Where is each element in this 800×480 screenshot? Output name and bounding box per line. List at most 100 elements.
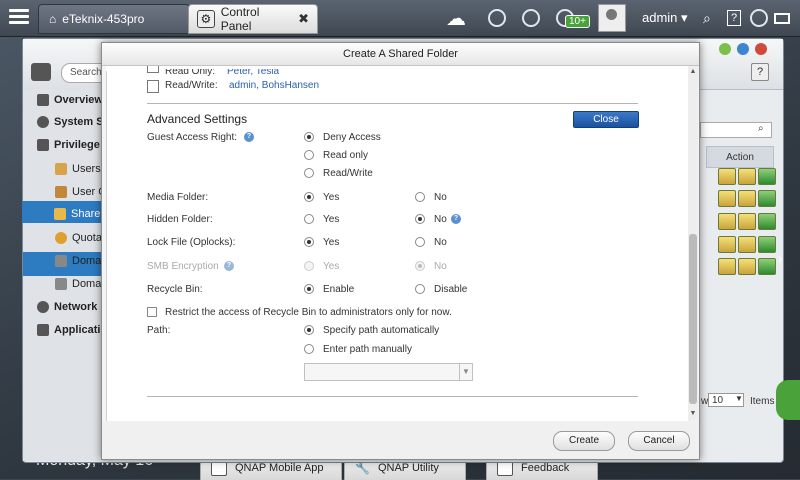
refresh-icon[interactable] (758, 213, 776, 230)
recycle-bin-label: Recycle Bin: (147, 284, 203, 295)
hidden-yes-label: Yes (323, 214, 340, 225)
media-yes-label: Yes (323, 192, 340, 203)
help-icon[interactable]: ? (727, 6, 741, 30)
sidebar-item-quota[interactable]: Quota (55, 232, 102, 244)
path-label: Path: (147, 325, 171, 336)
path-auto-label: Specify path automatically (323, 325, 440, 336)
radio-media-no[interactable] (415, 192, 425, 202)
refresh-icon[interactable] (758, 168, 776, 185)
search-icon[interactable]: ⌕ (758, 123, 764, 134)
radio-hidden-no[interactable] (415, 214, 425, 224)
action-column-header: Action (706, 146, 774, 168)
edit-icon[interactable] (718, 190, 736, 207)
search-icon[interactable]: ⌕ (703, 6, 711, 30)
globe-icon[interactable] (750, 6, 768, 30)
permission-icon[interactable] (738, 190, 756, 207)
table-row (718, 236, 776, 253)
refresh-icon[interactable] (758, 190, 776, 207)
edit-icon[interactable] (718, 236, 736, 253)
panel-toggle-icon[interactable] (31, 63, 51, 81)
sidebar-item-applications[interactable]: Applicatio (37, 324, 107, 336)
radio-smb-yes (304, 261, 314, 271)
smb-yes-label: Yes (323, 261, 340, 272)
radio-path-manual[interactable] (304, 344, 314, 354)
user-group-icon (55, 186, 67, 198)
network-icon (37, 301, 49, 313)
advanced-settings-title: Advanced Settings (147, 112, 248, 126)
sidebar-item-network[interactable]: Network S (37, 301, 108, 313)
radio-recycle-disable[interactable] (415, 284, 425, 294)
permission-icon[interactable] (738, 258, 756, 275)
scroll-thumb[interactable] (689, 234, 697, 404)
scrollbar[interactable]: ▲ ▼ (688, 66, 698, 420)
refresh-icon[interactable] (758, 236, 776, 253)
sidebar-item-system-settings[interactable]: System Se (37, 116, 110, 128)
radio-recycle-enable[interactable] (304, 284, 314, 294)
read-write-users[interactable]: admin, BohsHansen (229, 80, 319, 91)
refresh-icon[interactable] (758, 258, 776, 275)
sidebar-item-domain-security[interactable]: Domai (55, 255, 104, 267)
divider (147, 396, 638, 397)
radio-read-only[interactable] (304, 150, 314, 160)
divider (147, 103, 638, 104)
chevron-down-icon: ▼ (459, 364, 472, 380)
radio-oplocks-no[interactable] (415, 237, 425, 247)
path-manual-label: Enter path manually (323, 344, 412, 355)
restrict-recycle-label: Restrict the access of Recycle Bin to ad… (165, 307, 452, 318)
applications-icon (37, 324, 49, 336)
tab-control-panel[interactable]: ⚙ Control Panel ✖ (188, 4, 318, 34)
help-icon[interactable]: ? (244, 132, 254, 142)
table-row (718, 168, 776, 185)
clock-icon[interactable] (488, 6, 506, 30)
permission-icon[interactable] (738, 236, 756, 253)
sync-icon[interactable] (522, 6, 540, 30)
cloud-icon[interactable]: ☁ (446, 6, 466, 30)
user-menu[interactable]: admin ▾ (642, 10, 688, 26)
sidebar-item-overview[interactable]: Overview (37, 94, 103, 106)
items-label: Items (750, 396, 775, 407)
scroll-down-icon[interactable]: ▼ (689, 410, 697, 418)
radio-smb-no (415, 261, 425, 271)
close-button[interactable]: Close (573, 111, 639, 128)
close-tab-icon[interactable]: ✖ (298, 11, 309, 27)
avatar[interactable] (598, 4, 626, 32)
path-select: ▼ (304, 363, 473, 381)
sidebar-item-domain-controller[interactable]: Domai (55, 278, 104, 290)
radio-path-auto[interactable] (304, 325, 314, 335)
edit-icon[interactable] (718, 168, 736, 185)
radio-oplocks-yes[interactable] (304, 237, 314, 247)
radio-deny-access[interactable] (304, 132, 314, 142)
sidebar-item-users[interactable]: Users (55, 163, 101, 175)
edit-icon[interactable] (718, 213, 736, 230)
read-only-option-label: Read only (323, 150, 369, 161)
help-icon[interactable]: ? (451, 214, 461, 224)
maximize-icon[interactable] (737, 43, 749, 55)
edit-icon[interactable] (718, 258, 736, 275)
users-icon (55, 163, 67, 175)
radio-hidden-yes[interactable] (304, 214, 314, 224)
restrict-recycle-checkbox[interactable] (147, 307, 157, 317)
chevron-right-icon[interactable]: › (778, 250, 783, 266)
minimize-icon[interactable] (719, 43, 731, 55)
recycle-enable-label: Enable (323, 284, 355, 295)
create-button[interactable]: Create (553, 431, 615, 451)
chevron-down-icon[interactable]: ▼ (735, 394, 743, 403)
close-window-icon[interactable] (755, 43, 767, 55)
sidebar-item-privilege[interactable]: Privilege S (37, 139, 110, 151)
sidebar-item-user-groups[interactable]: User G (55, 186, 107, 198)
table-row (718, 258, 776, 275)
help-icon[interactable]: ? (751, 63, 769, 81)
radio-read-write[interactable] (304, 168, 314, 178)
main-menu-button[interactable] (6, 6, 32, 30)
tab-host[interactable]: ⌂ eTeknix-453pro (38, 4, 190, 34)
permission-icon[interactable] (738, 213, 756, 230)
sidebar-item-shared-folders-label[interactable]: Share (54, 208, 100, 220)
radio-media-yes[interactable] (304, 192, 314, 202)
monitor-icon[interactable] (774, 6, 790, 30)
scroll-up-icon[interactable]: ▲ (689, 68, 697, 76)
cancel-button[interactable]: Cancel (628, 431, 690, 451)
permission-icon[interactable] (738, 168, 756, 185)
side-widget[interactable] (776, 380, 800, 420)
media-folder-label: Media Folder: (147, 192, 209, 203)
table-row (718, 213, 776, 230)
